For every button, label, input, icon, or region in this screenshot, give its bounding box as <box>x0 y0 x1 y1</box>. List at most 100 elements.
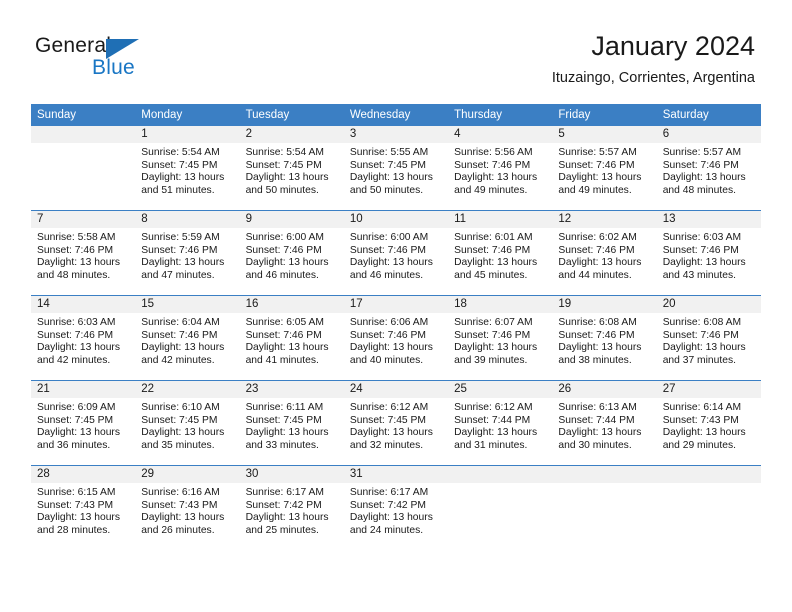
day-detail-line: and 30 minutes. <box>558 439 632 451</box>
day-detail-line: and 47 minutes. <box>141 269 215 281</box>
day-number: 26 <box>552 381 657 398</box>
day-cell-inner: 2 Sunrise: 5:54 AM Sunset: 7:45 PM Daylight… <box>239 126 344 210</box>
day-number: 9 <box>239 211 344 228</box>
calendar-day-cell[interactable]: 13 Sunrise: 6:03 AM Sunset: 7:46 PM Dayligh… <box>656 210 761 296</box>
day-detail-line: Daylight: 13 hours <box>245 512 329 524</box>
day-number: 7 <box>31 211 136 228</box>
day-number: 8 <box>135 211 240 228</box>
day-details: Sunrise: 5:54 AM Sunset: 7:45 PM Daylight:… <box>135 143 239 197</box>
calendar-empty-cell <box>448 465 553 550</box>
weekday-header-wednesday: Wednesday <box>343 104 449 126</box>
day-detail-line: Daylight: 13 hours <box>349 512 433 524</box>
day-detail-line: Sunset: 7:45 PM <box>349 414 426 426</box>
brand-logo[interactable]: General Blue <box>35 34 275 90</box>
calendar-day-cell[interactable]: 30 Sunrise: 6:17 AM Sunset: 7:42 PM Dayligh… <box>239 465 344 550</box>
day-cell-inner <box>31 126 136 210</box>
day-detail-line: Sunset: 7:44 PM <box>558 414 635 426</box>
day-detail-line: Sunrise: 6:16 AM <box>141 487 220 498</box>
calendar-day-cell[interactable]: 25 Sunrise: 6:12 AM Sunset: 7:44 PM Dayligh… <box>448 380 553 466</box>
day-detail-line: Sunrise: 6:06 AM <box>349 317 429 328</box>
day-cell-inner: 21 Sunrise: 6:09 AM Sunset: 7:45 PM Dayligh… <box>31 381 136 465</box>
calendar-day-cell[interactable]: 16 Sunrise: 6:05 AM Sunset: 7:46 PM Dayligh… <box>239 295 344 381</box>
calendar-day-cell[interactable]: 27 Sunrise: 6:14 AM Sunset: 7:43 PM Dayligh… <box>656 380 761 466</box>
day-number: 24 <box>343 381 449 398</box>
day-number: 27 <box>656 381 761 398</box>
calendar-day-cell[interactable]: 29 Sunrise: 6:16 AM Sunset: 7:43 PM Dayligh… <box>135 465 240 550</box>
calendar-day-cell[interactable]: 3 Sunrise: 5:55 AM Sunset: 7:45 PM Daylight… <box>343 126 449 211</box>
calendar-day-cell[interactable]: 23 Sunrise: 6:11 AM Sunset: 7:45 PM Dayligh… <box>239 380 344 466</box>
day-detail-line: Sunrise: 6:08 AM <box>558 317 637 328</box>
calendar-day-cell[interactable]: 15 Sunrise: 6:04 AM Sunset: 7:46 PM Dayligh… <box>135 295 240 381</box>
day-detail-line: and 25 minutes. <box>245 524 319 536</box>
day-detail-line: Sunset: 7:46 PM <box>245 329 322 341</box>
calendar-day-cell[interactable]: 10 Sunrise: 6:00 AM Sunset: 7:46 PM Dayligh… <box>343 210 449 296</box>
calendar-day-cell[interactable]: 28 Sunrise: 6:15 AM Sunset: 7:43 PM Dayligh… <box>31 465 136 550</box>
day-detail-line: Sunrise: 6:00 AM <box>245 232 324 243</box>
day-detail-line: Sunset: 7:46 PM <box>141 329 218 341</box>
day-number: 18 <box>448 296 553 313</box>
day-number: 21 <box>31 381 136 398</box>
calendar-day-cell[interactable]: 18 Sunrise: 6:07 AM Sunset: 7:46 PM Dayligh… <box>448 295 553 381</box>
day-detail-line: Sunset: 7:46 PM <box>558 329 635 341</box>
calendar-day-cell[interactable]: 7 Sunrise: 5:58 AM Sunset: 7:46 PM Daylight… <box>31 210 136 296</box>
day-detail-line: Daylight: 13 hours <box>454 427 538 439</box>
calendar-day-cell[interactable]: 21 Sunrise: 6:09 AM Sunset: 7:45 PM Dayligh… <box>31 380 136 466</box>
day-detail-line: Sunset: 7:46 PM <box>662 159 739 171</box>
calendar-day-cell[interactable]: 2 Sunrise: 5:54 AM Sunset: 7:45 PM Daylight… <box>239 126 344 211</box>
day-cell-inner: 26 Sunrise: 6:13 AM Sunset: 7:44 PM Dayligh… <box>552 381 657 465</box>
calendar-day-cell[interactable]: 26 Sunrise: 6:13 AM Sunset: 7:44 PM Dayligh… <box>552 380 657 466</box>
calendar-day-cell[interactable]: 22 Sunrise: 6:10 AM Sunset: 7:45 PM Dayligh… <box>135 380 240 466</box>
calendar-day-cell[interactable]: 6 Sunrise: 5:57 AM Sunset: 7:46 PM Daylight… <box>656 126 761 211</box>
day-cell-inner: 3 Sunrise: 5:55 AM Sunset: 7:45 PM Daylight… <box>343 126 449 210</box>
day-cell-inner: 1 Sunrise: 5:54 AM Sunset: 7:45 PM Daylight… <box>135 126 240 210</box>
day-detail-line: Daylight: 13 hours <box>141 512 225 524</box>
day-detail-line: Daylight: 13 hours <box>245 172 329 184</box>
calendar-day-cell[interactable]: 19 Sunrise: 6:08 AM Sunset: 7:46 PM Dayligh… <box>552 295 657 381</box>
day-details: Sunrise: 5:59 AM Sunset: 7:46 PM Daylight:… <box>135 228 239 282</box>
calendar-day-cell[interactable]: 14 Sunrise: 6:03 AM Sunset: 7:46 PM Dayligh… <box>31 295 136 381</box>
day-cell-inner: 27 Sunrise: 6:14 AM Sunset: 7:43 PM Dayligh… <box>656 381 761 465</box>
calendar-day-cell[interactable]: 9 Sunrise: 6:00 AM Sunset: 7:46 PM Daylight… <box>239 210 344 296</box>
weekday-header-monday: Monday <box>135 104 240 126</box>
calendar-day-cell[interactable]: 1 Sunrise: 5:54 AM Sunset: 7:45 PM Daylight… <box>135 126 240 211</box>
day-detail-line: and 33 minutes. <box>245 439 319 451</box>
calendar-day-cell[interactable]: 24 Sunrise: 6:12 AM Sunset: 7:45 PM Dayligh… <box>343 380 449 466</box>
day-detail-line: Sunrise: 6:17 AM <box>245 487 324 498</box>
day-cell-inner: 14 Sunrise: 6:03 AM Sunset: 7:46 PM Dayligh… <box>31 296 136 380</box>
calendar-body: 1 Sunrise: 5:54 AM Sunset: 7:45 PM Daylight… <box>31 126 761 550</box>
day-detail-line: Sunset: 7:45 PM <box>245 159 322 171</box>
calendar-day-cell[interactable]: 5 Sunrise: 5:57 AM Sunset: 7:46 PM Daylight… <box>552 126 657 211</box>
calendar-grid: Sunday Monday Tuesday Wednesday Thursday Frid… <box>31 104 761 550</box>
day-detail-line: Daylight: 13 hours <box>37 342 120 354</box>
day-detail-line: Daylight: 13 hours <box>245 342 329 354</box>
day-cell-inner <box>656 466 761 550</box>
day-detail-line: Sunset: 7:46 PM <box>662 244 739 256</box>
day-detail-line: Sunset: 7:46 PM <box>454 329 531 341</box>
calendar-day-cell[interactable]: 11 Sunrise: 6:01 AM Sunset: 7:46 PM Dayligh… <box>448 210 553 296</box>
day-detail-line: Daylight: 13 hours <box>37 427 120 439</box>
day-number: 3 <box>343 126 449 143</box>
calendar-day-cell[interactable]: 17 Sunrise: 6:06 AM Sunset: 7:46 PM Dayligh… <box>343 295 449 381</box>
day-details: Sunrise: 6:14 AM Sunset: 7:43 PM Daylight:… <box>657 398 761 452</box>
day-detail-line: Sunset: 7:45 PM <box>349 159 426 171</box>
day-number: 30 <box>239 466 344 483</box>
day-cell-inner <box>448 466 553 550</box>
calendar-day-cell[interactable]: 31 Sunrise: 6:17 AM Sunset: 7:42 PM Dayligh… <box>343 465 449 550</box>
day-detail-line: Sunrise: 6:11 AM <box>245 402 324 413</box>
day-cell-inner: 7 Sunrise: 5:58 AM Sunset: 7:46 PM Daylight… <box>31 211 136 295</box>
calendar-day-cell[interactable]: 12 Sunrise: 6:02 AM Sunset: 7:46 PM Dayligh… <box>552 210 657 296</box>
calendar-day-cell[interactable]: 4 Sunrise: 5:56 AM Sunset: 7:46 PM Daylight… <box>448 126 553 211</box>
day-details: Sunrise: 6:01 AM Sunset: 7:46 PM Daylight:… <box>448 228 552 282</box>
day-details: Sunrise: 6:17 AM Sunset: 7:42 PM Daylight:… <box>240 483 344 537</box>
calendar-day-cell[interactable]: 20 Sunrise: 6:08 AM Sunset: 7:46 PM Dayligh… <box>656 295 761 381</box>
day-details: Sunrise: 6:13 AM Sunset: 7:44 PM Daylight:… <box>552 398 656 452</box>
day-details <box>31 143 135 147</box>
day-detail-line: and 40 minutes. <box>349 354 424 366</box>
day-cell-inner: 25 Sunrise: 6:12 AM Sunset: 7:44 PM Dayligh… <box>448 381 553 465</box>
calendar-day-cell[interactable]: 8 Sunrise: 5:59 AM Sunset: 7:46 PM Daylight… <box>135 210 240 296</box>
day-number <box>31 126 136 143</box>
day-cell-inner: 23 Sunrise: 6:11 AM Sunset: 7:45 PM Dayligh… <box>239 381 344 465</box>
day-detail-line: Sunrise: 6:14 AM <box>662 402 742 413</box>
day-detail-line: Daylight: 13 hours <box>141 257 225 269</box>
day-cell-inner: 19 Sunrise: 6:08 AM Sunset: 7:46 PM Dayligh… <box>552 296 657 380</box>
